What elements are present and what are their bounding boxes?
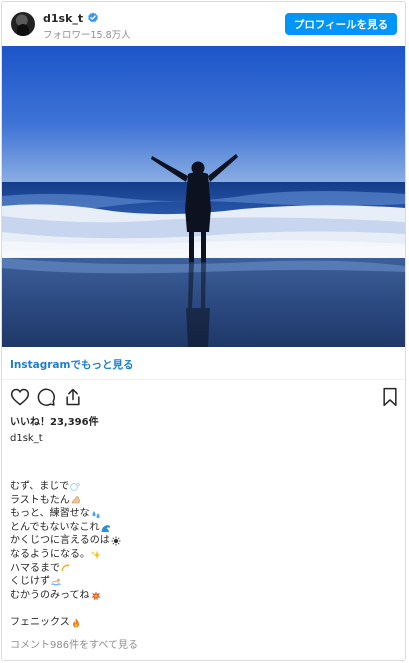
caption-line: もっと、練習せな (10, 507, 390, 521)
caption-line: むかうのみってね (10, 589, 390, 603)
caption-line: なるようになる。 (10, 548, 390, 562)
wave-icon (101, 524, 110, 532)
swimmer-icon (51, 578, 61, 586)
caption-line: ラストもたん (10, 494, 390, 508)
avatar[interactable] (11, 12, 35, 36)
caption-line: フェニックス (10, 616, 390, 630)
bubble-icon (70, 482, 81, 491)
see-more-bar: Instagramでもっと見る (2, 347, 405, 380)
see-more-on-instagram-link[interactable]: Instagramでもっと見る (10, 357, 133, 372)
caption-line: むず、まじで (10, 480, 390, 494)
username[interactable]: d1sk_t (43, 12, 83, 25)
caption-line: くじけず (10, 575, 390, 589)
dizzy-icon (61, 564, 70, 572)
save-bookmark-icon[interactable] (380, 387, 400, 407)
caption: むず、まじで ラストもたん もっと、練習せな とんでもないなこれ かくじつに言え… (10, 480, 390, 630)
sun-icon (111, 536, 121, 546)
instagram-embed-card: d1sk_t フォロワー15.8万人 プロフィールを見る Instagramでも… (1, 1, 406, 661)
follower-count: フォロワー15.8万人 (43, 30, 131, 41)
caption-line: とんでもないなこれ (10, 521, 390, 535)
caption-line: かくじつに言えるのは (10, 534, 390, 548)
muscle-icon (71, 496, 80, 504)
username-row: d1sk_t (43, 11, 99, 25)
comment-bubble-icon[interactable] (36, 387, 56, 407)
sweat-icon (92, 510, 100, 519)
sparkles-icon (91, 550, 101, 560)
like-count[interactable]: いいね！23,396件 (10, 413, 99, 428)
like-heart-icon[interactable] (10, 387, 30, 407)
share-icon[interactable] (63, 387, 83, 407)
verified-badge-icon (88, 12, 99, 23)
post-photo[interactable] (2, 46, 405, 347)
action-bar (2, 385, 405, 411)
post-header: d1sk_t フォロワー15.8万人 プロフィールを見る (2, 2, 405, 46)
view-profile-button[interactable]: プロフィールを見る (285, 13, 397, 35)
view-all-comments-link[interactable]: コメント986件をすべて見る (10, 636, 138, 651)
boom-icon (91, 591, 100, 601)
fire-icon (72, 618, 79, 628)
caption-line: ハマるまで (10, 562, 390, 576)
caption-username[interactable]: d1sk_t (10, 433, 43, 444)
